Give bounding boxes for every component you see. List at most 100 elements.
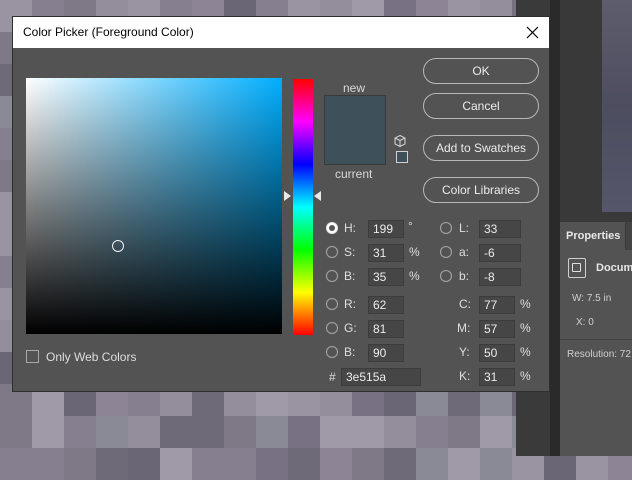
canvas-pixel-block: [384, 448, 416, 480]
document-label: Docum: [596, 262, 632, 274]
red-input[interactable]: 62: [368, 296, 404, 314]
red-label: R:: [344, 297, 356, 311]
radio-lightness[interactable]: [440, 222, 452, 234]
canvas-pixel-block: [384, 416, 416, 448]
canvas-pixel-block: [224, 416, 256, 448]
add-to-swatches-button[interactable]: Add to Swatches: [423, 135, 539, 161]
radio-red[interactable]: [326, 298, 338, 310]
canvas-pixel-block: [416, 416, 448, 448]
cyan-label: C:: [459, 297, 471, 311]
canvas-pixel-block: [416, 448, 448, 480]
hue-slider-handle-right[interactable]: [314, 191, 321, 201]
canvas-pixel-block: [352, 416, 384, 448]
dialog-title: Color Picker (Foreground Color): [23, 25, 194, 39]
navigator-thumbnail: [602, 0, 632, 212]
hue-label: H:: [344, 221, 356, 235]
canvas-pixel-block: [64, 416, 96, 448]
radio-brightness[interactable]: [326, 270, 338, 282]
canvas-pixel-block: [96, 416, 128, 448]
green-label: G:: [344, 321, 357, 335]
canvas-pixel-block: [0, 448, 32, 480]
lightness-label: L:: [459, 221, 470, 235]
yellow-input[interactable]: 50: [479, 344, 515, 362]
hue-slider[interactable]: [293, 79, 313, 335]
green-input[interactable]: 81: [368, 320, 404, 338]
property-x: X: 0: [576, 317, 594, 328]
canvas-pixel-block: [320, 448, 352, 480]
b-channel-label: b:: [459, 269, 470, 283]
only-web-colors-checkbox[interactable]: [26, 350, 39, 363]
canvas-pixel-block: [128, 416, 160, 448]
canvas-pixel-block: [224, 448, 256, 480]
only-web-colors-label[interactable]: Only Web Colors: [46, 350, 136, 364]
canvas-pixel-block: [288, 416, 320, 448]
canvas-pixel-block: [160, 448, 192, 480]
current-color-label: current: [335, 167, 373, 181]
websafe-color-swatch[interactable]: [396, 151, 408, 163]
canvas-pixel-block: [320, 416, 352, 448]
a-channel-input[interactable]: -6: [479, 244, 521, 262]
saturation-input[interactable]: 31: [368, 244, 404, 262]
hue-slider-handle-left[interactable]: [284, 191, 291, 201]
new-color-label: new: [343, 81, 366, 95]
canvas-pixel-block: [96, 448, 128, 480]
new-color-swatch: [325, 96, 385, 130]
cyan-input[interactable]: 77: [479, 296, 515, 314]
close-button[interactable]: [515, 17, 549, 48]
color-picker-dialog: Color Picker (Foreground Color) new curr…: [12, 16, 550, 392]
magenta-unit: %: [520, 321, 531, 335]
radio-b-channel[interactable]: [440, 270, 452, 282]
saturation-label: S:: [344, 245, 356, 259]
tab-properties[interactable]: Properties: [560, 222, 626, 250]
blue-label: B:: [344, 345, 356, 359]
radio-hue[interactable]: [326, 222, 338, 234]
black-input[interactable]: 31: [479, 368, 515, 386]
properties-panel: Properties Docum W: 7.5 in X: 0 Resoluti…: [560, 222, 632, 456]
a-channel-label: a:: [459, 245, 470, 259]
hue-unit: °: [408, 219, 413, 233]
blue-input[interactable]: 90: [368, 344, 404, 362]
current-color-swatch[interactable]: [325, 130, 385, 164]
yellow-label: Y:: [459, 345, 470, 359]
hex-input[interactable]: 3e515a: [341, 368, 421, 386]
lightness-input[interactable]: 33: [479, 220, 521, 238]
radio-blue[interactable]: [326, 346, 338, 358]
color-libraries-button[interactable]: Color Libraries: [423, 177, 539, 203]
canvas-pixel-block: [160, 416, 192, 448]
dialog-titlebar[interactable]: Color Picker (Foreground Color): [13, 17, 549, 48]
magenta-label: M:: [457, 321, 471, 335]
canvas-pixel-block: [32, 416, 64, 448]
canvas-pixel-block: [32, 448, 64, 480]
navigator-panel: [560, 0, 632, 222]
radio-saturation[interactable]: [326, 246, 338, 258]
property-resolution: Resolution: 72: [567, 349, 631, 360]
saturation-unit: %: [409, 245, 420, 259]
black-unit: %: [520, 369, 531, 383]
property-width: W: 7.5 in: [572, 293, 612, 304]
radio-green[interactable]: [326, 322, 338, 334]
canvas-pixel-block: [480, 448, 512, 480]
magenta-input[interactable]: 57: [479, 320, 515, 338]
black-label: K:: [459, 369, 471, 383]
canvas-pixel-block: [352, 448, 384, 480]
canvas-pixel-block: [288, 448, 320, 480]
canvas-pixel-block: [448, 448, 480, 480]
cyan-unit: %: [520, 297, 531, 311]
color-field[interactable]: [26, 78, 282, 334]
canvas-pixel-block: [192, 416, 224, 448]
radio-a-channel[interactable]: [440, 246, 452, 258]
ok-button[interactable]: OK: [423, 58, 539, 84]
color-field-marker[interactable]: [112, 240, 124, 252]
color-swatch-preview: [324, 95, 386, 165]
canvas-pixel-block: [64, 448, 96, 480]
canvas-pixel-block: [128, 448, 160, 480]
canvas-pixel-block: [256, 448, 288, 480]
brightness-input[interactable]: 35: [368, 268, 404, 286]
canvas-pixel-block: [448, 416, 480, 448]
document-icon: [568, 258, 586, 278]
cancel-button[interactable]: Cancel: [423, 93, 539, 119]
b-channel-input[interactable]: -8: [479, 268, 521, 286]
cube-icon[interactable]: [394, 135, 406, 147]
hue-input[interactable]: 199: [368, 220, 404, 238]
canvas-pixel-block: [0, 416, 32, 448]
